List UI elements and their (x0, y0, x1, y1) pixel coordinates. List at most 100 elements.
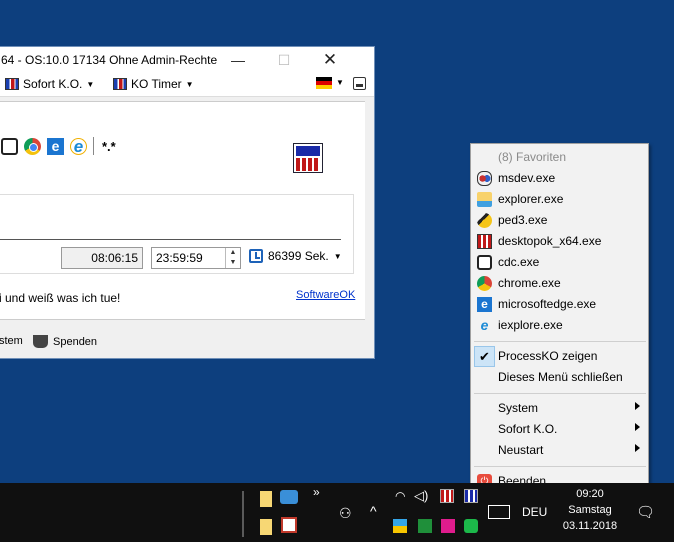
menu-item-edge[interactable]: e microsoftedge.exe (471, 294, 648, 315)
input-language[interactable]: DEU (522, 505, 547, 519)
donate-label: Spenden (53, 335, 98, 348)
menu-item-close-menu[interactable]: Dieses Menü schließen (471, 367, 648, 388)
folder-icon[interactable] (260, 491, 272, 507)
donate-button[interactable]: Spenden (33, 335, 97, 348)
explorer-icon (477, 192, 492, 207)
menu-item-label: Sofort K.O. (498, 422, 558, 436)
desktopok-icon (477, 234, 492, 249)
menu-ko-timer-label: KO Timer (131, 77, 182, 91)
minimize-button[interactable]: — (215, 47, 261, 73)
menu-item-explorer[interactable]: explorer.exe (471, 189, 648, 210)
chevron-down-icon: ▼ (86, 79, 95, 89)
seconds-dropdown[interactable]: 86399 Sek. ▼ (249, 249, 342, 263)
wifi-icon[interactable]: ◠ (395, 489, 405, 503)
menu-item-desktopok[interactable]: desktopok_x64.exe (471, 231, 648, 252)
target-time-input[interactable]: 23:59:59 ▲ ▼ (151, 247, 241, 269)
processko-tray-icon[interactable] (440, 489, 454, 503)
tray-context-menu: (8) Favoriten msdev.exe explorer.exe ped… (470, 143, 649, 494)
clock[interactable]: 09:20 Samstag 03.11.2018 (556, 486, 624, 534)
ie-icon[interactable]: e (70, 138, 87, 155)
menu-item-sofort-ko[interactable]: Sofort K.O. (471, 419, 648, 440)
volume-icon[interactable]: ◁) (414, 488, 428, 504)
spin-down-icon[interactable]: ▼ (226, 258, 240, 268)
menu-separator (474, 393, 646, 394)
menu-item-cdc[interactable]: cdc.exe (471, 252, 648, 273)
chevron-down-icon: ▼ (185, 79, 194, 89)
close-button[interactable]: ✕ (307, 47, 353, 73)
menu-item-neustart[interactable]: Neustart (471, 440, 648, 461)
quick-launch-toolbar: e e *.* (1, 137, 116, 155)
wildcard-filter[interactable]: *.* (102, 139, 116, 154)
menu-item-chrome[interactable]: chrome.exe (471, 273, 648, 294)
notification-icon[interactable]: 🗨 (636, 503, 655, 521)
folder-icon[interactable] (260, 519, 272, 535)
menu-item-label: chrome.exe (498, 276, 561, 290)
keyboard-icon[interactable] (488, 505, 510, 519)
favorites-header-label: (8) Favoriten (498, 150, 567, 164)
bottom-bar: stem Spenden (0, 327, 374, 357)
cdc-icon[interactable] (1, 137, 18, 155)
title-bar[interactable]: 64 - OS:10.0 17134 Ohne Admin-Rechte — ☐… (0, 47, 374, 73)
divider (0, 239, 341, 240)
menu-item-label: Neustart (498, 443, 544, 457)
chevron-right-icon (635, 444, 640, 452)
desktopok-tray-icon[interactable] (464, 489, 478, 503)
menu-ko-timer[interactable]: KO Timer ▼ (113, 77, 194, 91)
taskbar-divider (242, 491, 244, 537)
menu-item-label: msdev.exe (498, 171, 556, 185)
menu-item-label: ped3.exe (498, 213, 548, 227)
coffee-cup-icon (33, 335, 48, 348)
menu-item-iexplore[interactable]: e iexplore.exe (471, 315, 648, 336)
people-icon[interactable]: ⚇ (339, 505, 352, 522)
menu-item-label: iexplore.exe (498, 318, 563, 332)
spin-up-icon[interactable]: ▲ (226, 248, 240, 258)
chevron-right-icon (635, 402, 640, 410)
menu-sofort-ko-label: Sofort K.O. (23, 77, 83, 91)
window-toggle-icon[interactable] (353, 77, 366, 90)
taskbar: » ⚇ ^ ◠ ◁) DEU 09:20 Samstag 03.11.2018 … (0, 483, 674, 542)
chevron-up-icon[interactable]: ^ (370, 503, 377, 519)
menu-item-label: ProcessKO zeigen (498, 349, 598, 363)
ve-app-icon[interactable] (281, 517, 297, 533)
language-flag-icon[interactable] (316, 77, 332, 89)
menu-separator (474, 466, 646, 467)
menu-item-system[interactable]: System (471, 398, 648, 419)
current-time-field: 08:06:15 (61, 247, 143, 269)
menu-item-msdev[interactable]: msdev.exe (471, 168, 648, 189)
ko-icon (113, 78, 127, 90)
chrome-icon (477, 276, 492, 291)
menu-item-ped3[interactable]: ped3.exe (471, 210, 648, 231)
chevron-down-icon: ▼ (333, 251, 342, 261)
clock-day: Samstag (568, 504, 612, 516)
overflow-chevron[interactable]: » (313, 485, 320, 499)
menu-item-label: cdc.exe (498, 255, 540, 269)
edge-icon: e (477, 297, 492, 312)
menu-item-label: System (498, 401, 539, 415)
ko-icon (5, 78, 19, 90)
system-label: stem (0, 335, 23, 347)
edge-icon[interactable]: e (47, 137, 64, 155)
menu-item-show-processko[interactable]: ✔ ProcessKO zeigen (471, 346, 648, 367)
clock-time: 09:20 (576, 488, 604, 500)
status-message: i und weiß was ich tue! (0, 291, 121, 305)
chevron-down-icon[interactable]: ▼ (336, 78, 344, 87)
menu-item-label: Dieses Menü schließen (498, 370, 623, 384)
maximize-button[interactable]: ☐ (261, 47, 307, 73)
tray-green-icon[interactable] (418, 519, 432, 533)
processko-app-icon[interactable] (293, 143, 323, 173)
power-tray-icon[interactable] (464, 519, 478, 533)
tray-app-icon[interactable] (393, 519, 407, 533)
menu-sofort-ko[interactable]: Sofort K.O. ▼ (5, 77, 94, 91)
app-window: 64 - OS:10.0 17134 Ohne Admin-Rechte — ☐… (0, 46, 375, 359)
clock-date: 03.11.2018 (562, 520, 618, 532)
cdc-icon (477, 255, 492, 270)
menu-favorites-header: (8) Favoriten (471, 147, 648, 168)
tray-magenta-icon[interactable] (441, 519, 455, 533)
chrome-icon[interactable] (24, 137, 41, 155)
menu-item-label: microsoftedge.exe (498, 297, 597, 311)
softwareok-link[interactable]: SoftwareOK (296, 289, 355, 301)
system-button[interactable]: stem (0, 335, 23, 347)
network-drive-icon[interactable] (280, 490, 298, 504)
menu-separator (474, 341, 646, 342)
time-spinner[interactable]: ▲ ▼ (225, 248, 240, 268)
